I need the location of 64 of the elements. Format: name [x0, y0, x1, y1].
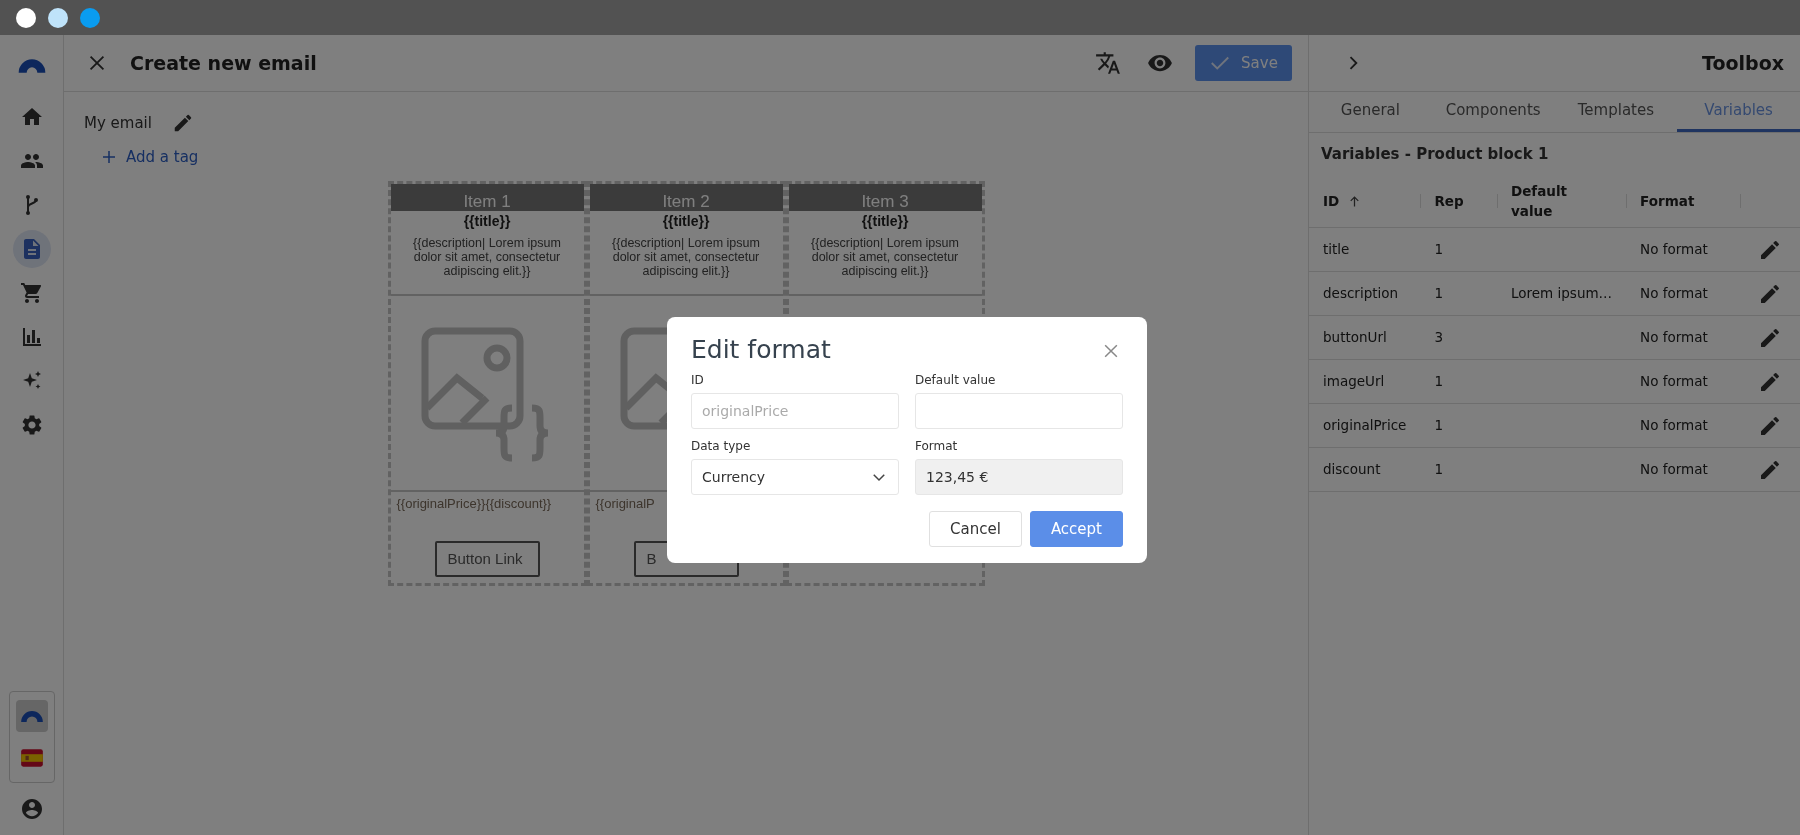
- app-button[interactable]: [15, 700, 48, 732]
- price-variable: {{originalP: [594, 494, 655, 513]
- table-cell: Lorem ipsum…: [1511, 285, 1613, 302]
- window-control-icon[interactable]: [48, 7, 68, 28]
- description-variable: {{description| Lorem ipsum dolor sit amet, consectetur adipiscing elit.}}: [412, 234, 562, 281]
- table-cell: title: [1323, 241, 1350, 258]
- table-cell: imageUrl: [1323, 373, 1385, 390]
- tab[interactable]: Variables: [1677, 92, 1800, 132]
- table-cell: No format: [1640, 373, 1708, 390]
- tab[interactable]: Components: [1431, 92, 1555, 132]
- description-variable: {{description| Lorem ipsum dolor sit amet, consectetur adipiscing elit.}}: [611, 234, 761, 281]
- window-control-icon[interactable]: [16, 7, 36, 28]
- title-variable: {{title}}: [861, 211, 909, 231]
- table-cell: No format: [1640, 461, 1708, 478]
- table-cell: No format: [1640, 329, 1708, 346]
- field-label: Default value: [915, 372, 997, 389]
- table-cell: discount: [1323, 461, 1381, 478]
- column-header[interactable]: ID: [1309, 175, 1421, 228]
- accept-button[interactable]: Accept: [1029, 511, 1123, 547]
- add-tag-link[interactable]: Add a tag: [100, 146, 199, 169]
- tab[interactable]: Templates: [1554, 92, 1678, 132]
- email-name: My email: [84, 112, 152, 134]
- table-cell: No format: [1640, 285, 1708, 302]
- table-cell: 1: [1434, 285, 1443, 302]
- panel-title: Toolbox: [1702, 51, 1784, 75]
- field-label: ID: [691, 372, 705, 389]
- title-variable: {{title}}: [463, 211, 511, 231]
- table-cell: 1: [1434, 461, 1443, 478]
- item-heading: Item 2: [589, 183, 783, 211]
- save-button[interactable]: Save: [1195, 45, 1292, 81]
- column-header[interactable]: Default value: [1497, 175, 1627, 228]
- translate-icon: [1095, 50, 1121, 76]
- title-variable: {{title}}: [662, 211, 710, 231]
- table-cell: description: [1323, 285, 1399, 302]
- item-heading: Item 1: [390, 183, 584, 211]
- table-cell: No format: [1640, 417, 1708, 434]
- link-button[interactable]: Button Link: [434, 541, 540, 577]
- price-variable: {{originalPrice}}{{discount}}: [395, 494, 552, 513]
- input-field[interactable]: originalPrice: [691, 393, 899, 429]
- table-cell: No format: [1640, 241, 1708, 258]
- input-field[interactable]: 123,45 €: [915, 459, 1123, 495]
- field-label: Format: [915, 438, 959, 455]
- table-cell: 1: [1434, 417, 1443, 434]
- page-title: Create new email: [130, 51, 317, 75]
- item-heading: Item 3: [788, 183, 982, 211]
- nav-item[interactable]: [12, 230, 51, 268]
- section-title: Variables - Product block 1: [1320, 144, 1550, 165]
- table-cell: buttonUrl: [1323, 329, 1387, 346]
- table-cell: 3: [1434, 329, 1443, 346]
- table-cell: 1: [1434, 241, 1443, 258]
- dialog-title: Edit format: [691, 335, 831, 365]
- input-field[interactable]: [915, 393, 1123, 429]
- account-icon[interactable]: [19, 797, 44, 821]
- table-cell: originalPrice: [1323, 417, 1407, 434]
- cancel-button[interactable]: Cancel: [929, 511, 1022, 547]
- table-cell: 1: [1434, 373, 1443, 390]
- tab[interactable]: General: [1309, 92, 1432, 132]
- logo-icon: [18, 709, 45, 723]
- column-header[interactable]: Format: [1626, 175, 1740, 228]
- cart-icon: [19, 281, 44, 305]
- field-label: Data type: [691, 438, 752, 455]
- description-variable: {{description| Lorem ipsum dolor sit amet, consectetur adipiscing elit.}}: [810, 234, 960, 281]
- data-type-select[interactable]: Currency: [691, 459, 899, 495]
- column-header[interactable]: Rep: [1420, 175, 1497, 228]
